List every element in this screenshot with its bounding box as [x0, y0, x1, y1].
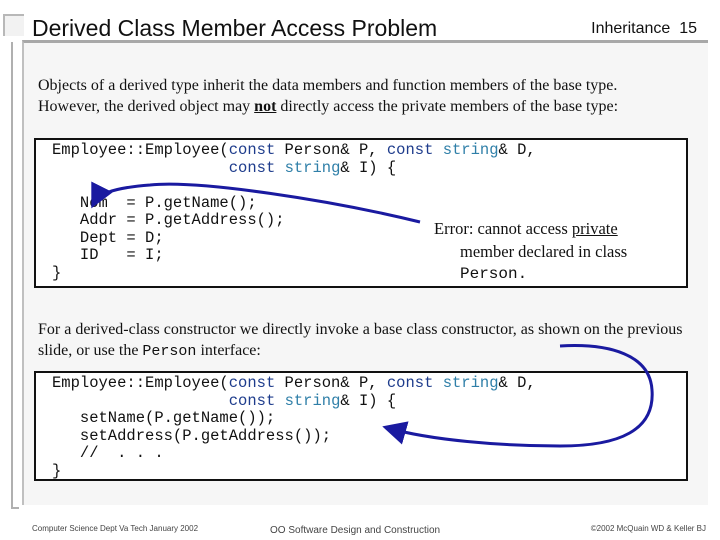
code-line: // . . .	[52, 444, 164, 462]
code-line: Nom = P.getName();	[52, 193, 257, 212]
code-closing-brace: }	[52, 263, 62, 282]
code-closing-brace: }	[52, 461, 62, 480]
left-rail-decoration	[11, 42, 19, 509]
code-type: string	[284, 158, 341, 177]
footer-left: Computer Science Dept Va Tech January 20…	[32, 524, 199, 533]
code-text: & D,	[498, 141, 536, 159]
code-line: setAddress(P.getAddress());	[52, 426, 332, 445]
code-line: ID = I;	[52, 246, 164, 264]
para-text-end: interface:	[196, 342, 261, 359]
intro-text-end: directly access the private members of t…	[276, 98, 619, 115]
code-keyword: const	[228, 391, 276, 410]
error-emphasis: private	[571, 219, 618, 238]
code-line: setName(P.getName());	[52, 409, 276, 427]
code-line: Dept = D;	[52, 228, 164, 247]
footer-right: ©2002 McQuain WD & Keller BJ	[590, 524, 706, 533]
code-text: Employee::Employee(	[52, 374, 229, 392]
corner-decoration	[3, 14, 24, 36]
code-keyword: const	[386, 374, 434, 392]
code-keyword: const	[228, 141, 276, 159]
error-text-line2: member declared in class	[460, 242, 628, 261]
code-keyword: const	[228, 374, 276, 392]
error-class-name: Person.	[460, 265, 528, 283]
code-text: Person& P,	[275, 374, 387, 392]
code-block-interface: Employee::Employee(const Person& P, cons…	[34, 371, 688, 481]
section-label: Inheritance 15	[591, 20, 697, 38]
error-text: Error: cannot access	[434, 219, 572, 238]
para-text: For a derived-class constructor we direc…	[38, 321, 683, 359]
slide-title: Derived Class Member Access Problem	[32, 15, 438, 41]
slide-content: Objects of a derived type inherit the da…	[22, 40, 708, 505]
code-type: string	[284, 391, 341, 410]
code-text: Employee::Employee(	[52, 141, 229, 159]
error-note: Error: cannot access private member decla…	[434, 217, 627, 286]
footer-center: OO Software Design and Construction	[270, 525, 441, 536]
code-keyword: const	[228, 158, 276, 177]
code-type: string	[442, 141, 499, 159]
code-keyword: const	[386, 141, 434, 159]
section-name: Inheritance	[591, 20, 671, 37]
second-paragraph: For a derived-class constructor we direc…	[38, 319, 688, 362]
code-text: & I) {	[340, 158, 397, 177]
code-type: string	[442, 374, 499, 392]
code-text: & I) {	[340, 391, 397, 410]
emphasis-not: not	[254, 98, 277, 115]
code-line: Addr = P.getAddress();	[52, 211, 285, 229]
intro-paragraph: Objects of a derived type inherit the da…	[38, 75, 678, 117]
code-text: & D,	[498, 374, 536, 392]
inline-code: Person	[142, 343, 197, 360]
slide-number: 15	[679, 20, 697, 37]
code-text: Person& P,	[275, 141, 387, 159]
